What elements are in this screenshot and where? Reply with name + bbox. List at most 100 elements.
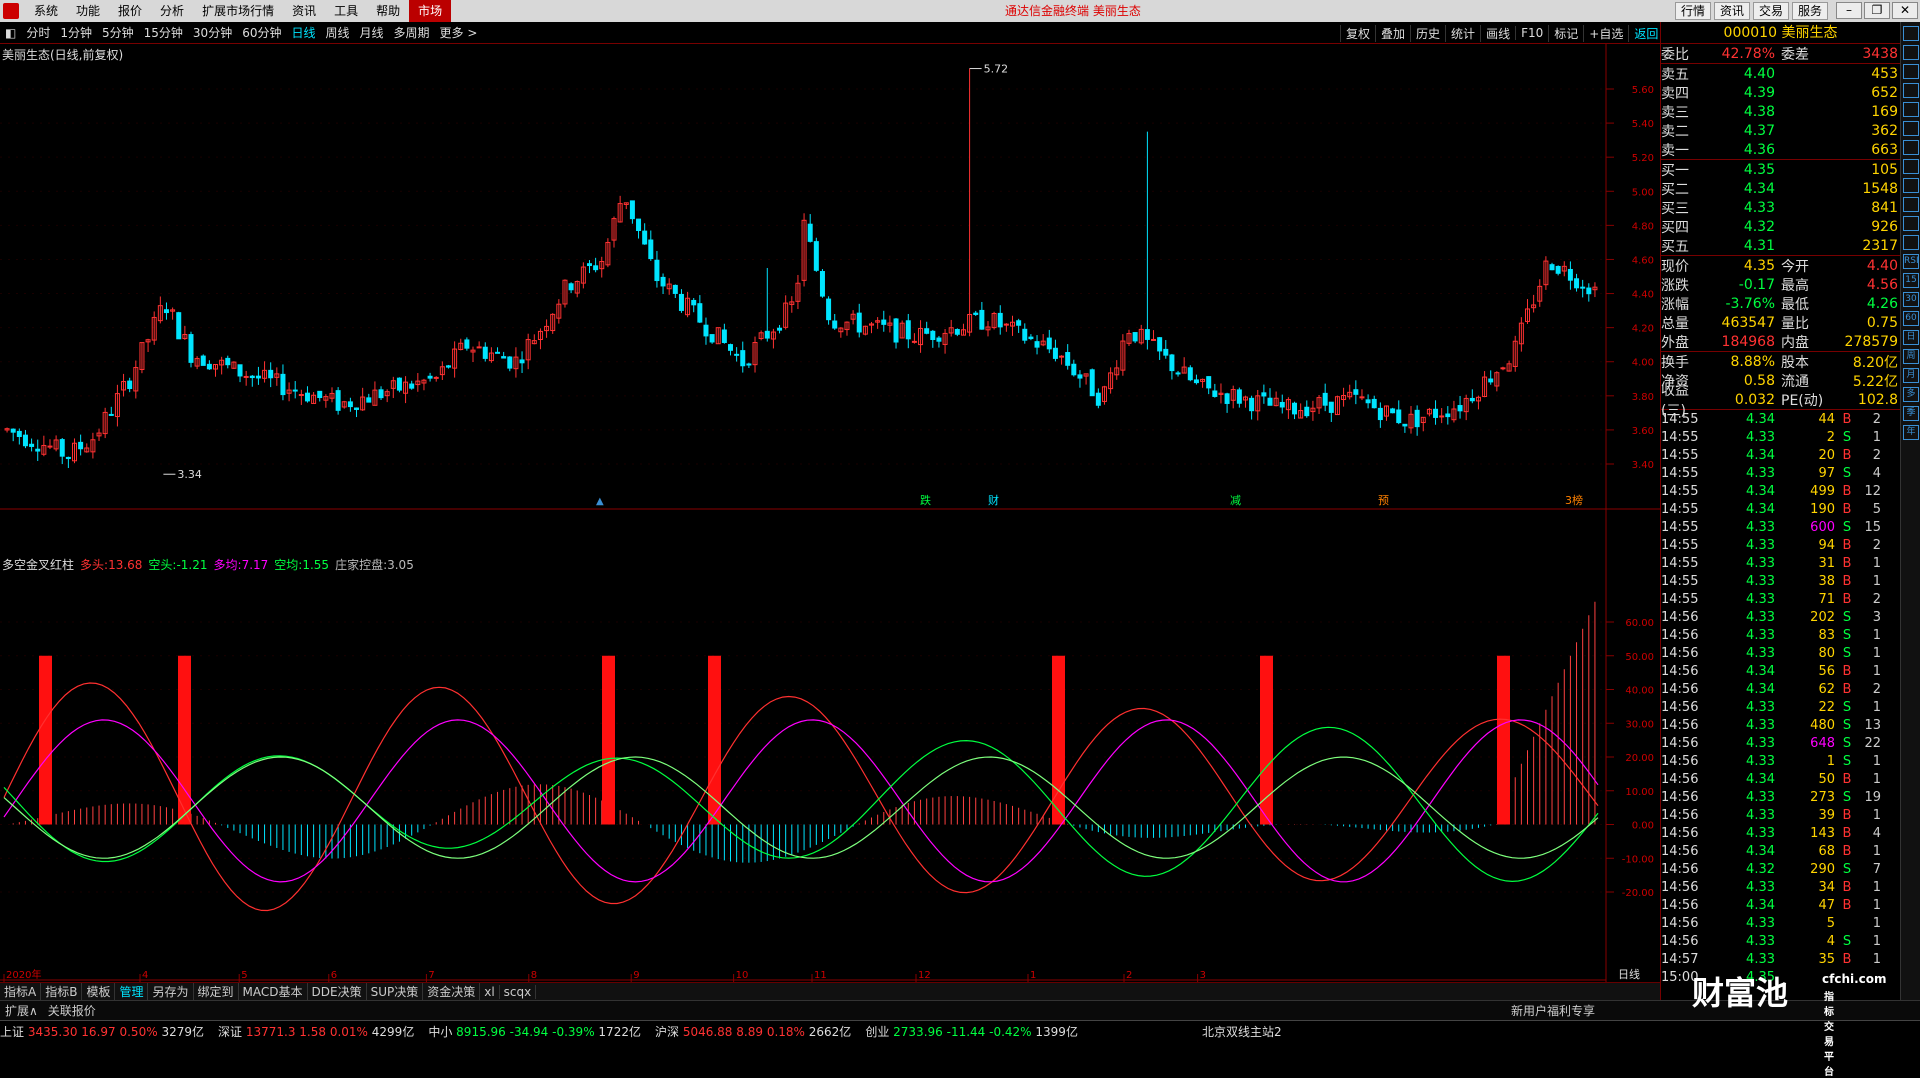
buy-order-row[interactable]: 买二 4.34 1548 (1661, 179, 1900, 198)
tick-time: 14:56 (1661, 861, 1699, 877)
sidebar-period-button[interactable]: 多 (1903, 387, 1919, 402)
buy-order-row[interactable]: 买三 4.33 841 (1661, 198, 1900, 217)
sidebar-tool-icon[interactable] (1903, 216, 1919, 231)
indicator-tab[interactable]: scqx (500, 984, 537, 999)
back-button[interactable]: 返回 (1628, 24, 1663, 42)
sidebar-period-button[interactable]: 日 (1903, 330, 1919, 345)
menu-item[interactable]: 帮助 (367, 0, 409, 22)
toolbar-button[interactable]: +自选 (1583, 24, 1628, 42)
top-button[interactable]: 服务 (1791, 2, 1828, 20)
order-price: 4.34 (1743, 180, 1775, 197)
sidebar-tool-icon[interactable] (1903, 26, 1919, 41)
period-tab-daily[interactable]: 日线 (286, 24, 320, 41)
indicator-tab[interactable]: SUP决策 (367, 983, 424, 1000)
sidebar-tool-icon[interactable] (1903, 197, 1919, 212)
indicator-tab[interactable]: 资金决策 (423, 983, 481, 1000)
period-tab[interactable]: 多周期 (389, 24, 435, 41)
toolbar-button[interactable]: 画线 (1480, 24, 1515, 42)
period-tab[interactable]: 60分钟 (237, 24, 286, 41)
period-tab[interactable]: 更多 > (435, 24, 483, 41)
sidebar-tool-icon[interactable] (1903, 45, 1919, 60)
toolbar-button[interactable]: 叠加 (1375, 24, 1410, 42)
promo-link[interactable]: 新用户福利专享 (1506, 1002, 1600, 1019)
sidebar-period-button[interactable]: 周 (1903, 349, 1919, 364)
index-ticker-item[interactable]: 沪深 5046.88 8.89 0.18% 2662亿 (655, 1023, 851, 1040)
candle-body (954, 329, 960, 335)
stat-row: 现价 4.35 今开 4.40 (1661, 256, 1900, 275)
period-tab[interactable]: 15分钟 (139, 24, 188, 41)
sidebar-period-button[interactable]: RSI (1903, 254, 1919, 269)
indicator-tab[interactable]: 另存为 (148, 983, 194, 1000)
sidebar-period-button[interactable]: 15 (1903, 273, 1919, 288)
related-quote-tab[interactable]: 关联报价 (43, 1002, 101, 1019)
sell-order-row[interactable]: 卖三 4.38 169 (1661, 102, 1900, 121)
toolbar-button[interactable]: 统计 (1445, 24, 1480, 42)
price-tick-label: 5.40 (1632, 119, 1654, 130)
sell-orders: 卖五 4.40 453 卖四 4.39 652 卖三 4.38 169 卖二 4.37 362 卖一 4.… (1661, 64, 1900, 159)
index-ticker-item[interactable]: 创业 2733.96 -11.44 -0.42% 1399亿 (865, 1023, 1078, 1040)
minimize-icon[interactable]: – (1836, 2, 1862, 19)
sell-order-row[interactable]: 卖五 4.40 453 (1661, 64, 1900, 83)
period-tab[interactable]: 分时 (21, 24, 55, 41)
period-tab[interactable]: 月线 (355, 24, 389, 41)
sidebar-tool-icon[interactable] (1903, 83, 1919, 98)
sidebar-tool-icon[interactable] (1903, 140, 1919, 155)
menu-item[interactable]: 功能 (67, 0, 109, 22)
toolbar-button[interactable]: 历史 (1410, 24, 1445, 42)
indicator-tab[interactable]: 模板 (82, 983, 116, 1000)
sidebar-tool-icon[interactable] (1903, 102, 1919, 117)
index-ticker-item[interactable]: 中小 8915.96 -34.94 -0.39% 1722亿 (428, 1023, 641, 1040)
menu-item[interactable]: 扩展市场行情 (193, 0, 283, 22)
indicator-tab[interactable]: xl (480, 984, 500, 999)
period-tab[interactable]: 1分钟 (55, 24, 97, 41)
sidebar-period-button[interactable]: 30 (1903, 292, 1919, 307)
top-button[interactable]: 交易 (1752, 2, 1789, 20)
sidebar-tool-icon[interactable] (1903, 235, 1919, 250)
top-button[interactable]: 资讯 (1713, 2, 1750, 20)
sell-order-row[interactable]: 卖一 4.36 663 (1661, 140, 1900, 159)
indicator-tab[interactable]: 指标A (0, 983, 42, 1000)
sidebar-period-button[interactable]: 季 (1903, 406, 1919, 421)
sell-order-row[interactable]: 卖二 4.37 362 (1661, 121, 1900, 140)
indicator-tab[interactable]: MACD基本 (239, 983, 308, 1000)
menu-item-market[interactable]: 市场 (409, 0, 452, 22)
sidebar-tool-icon[interactable] (1903, 121, 1919, 136)
period-tab[interactable]: 30分钟 (188, 24, 237, 41)
menu-item[interactable]: 分析 (151, 0, 193, 22)
indicator-name[interactable]: 多空金叉红柱 (2, 556, 74, 573)
toolbar-button[interactable]: 标记 (1548, 24, 1583, 42)
indicator-tab[interactable]: DDE决策 (308, 983, 367, 1000)
menu-item[interactable]: 工具 (325, 0, 367, 22)
period-tab[interactable]: 周线 (321, 24, 355, 41)
sidebar-tool-icon[interactable] (1903, 64, 1919, 79)
index-ticker-item[interactable]: 深证 13771.3 1.58 0.01% 4299亿 (218, 1023, 414, 1040)
indicator-tab-active[interactable]: 管理 (115, 983, 149, 1000)
sell-order-row[interactable]: 卖四 4.39 652 (1661, 83, 1900, 102)
buy-order-row[interactable]: 买五 4.31 2317 (1661, 236, 1900, 255)
toolbar-button[interactable]: F10 (1515, 26, 1548, 40)
buy-order-row[interactable]: 买四 4.32 926 (1661, 217, 1900, 236)
restore-icon[interactable]: ❐ (1864, 2, 1890, 19)
period-tab[interactable]: 5分钟 (97, 24, 139, 41)
menu-item[interactable]: 资讯 (283, 0, 325, 22)
kline-chart[interactable]: 5.60 5.40 5.20 5.00 4.80 4.60 4.40 4.20 4.00 3.80… (0, 44, 1660, 982)
top-button[interactable]: 行情 (1674, 2, 1711, 20)
extension-toggle[interactable]: 扩展∧ (0, 1002, 43, 1019)
index-ticker-item[interactable]: 上证 3435.30 16.97 0.50% 3279亿 (0, 1023, 204, 1040)
server-status[interactable]: 北京双线主站2 (1202, 1023, 1282, 1040)
close-icon[interactable]: ✕ (1892, 2, 1918, 19)
buy-order-row[interactable]: 买一 4.35 105 (1661, 160, 1900, 179)
toolbar-button[interactable]: 复权 (1340, 24, 1375, 42)
tick-time: 14:55 (1661, 429, 1699, 445)
indicator-tab[interactable]: 指标B (41, 983, 83, 1000)
menu-item[interactable]: 报价 (109, 0, 151, 22)
sidebar-tool-icon[interactable] (1903, 159, 1919, 174)
candle-body (59, 439, 65, 457)
sidebar-period-button[interactable]: 月 (1903, 368, 1919, 383)
sidebar-period-button[interactable]: 年 (1903, 425, 1919, 440)
panel-toggle-icon[interactable]: ◧ (0, 26, 21, 40)
sidebar-tool-icon[interactable] (1903, 178, 1919, 193)
menu-item[interactable]: 系统 (25, 0, 67, 22)
sidebar-period-button[interactable]: 60 (1903, 311, 1919, 326)
indicator-tab[interactable]: 绑定到 (194, 983, 239, 1000)
